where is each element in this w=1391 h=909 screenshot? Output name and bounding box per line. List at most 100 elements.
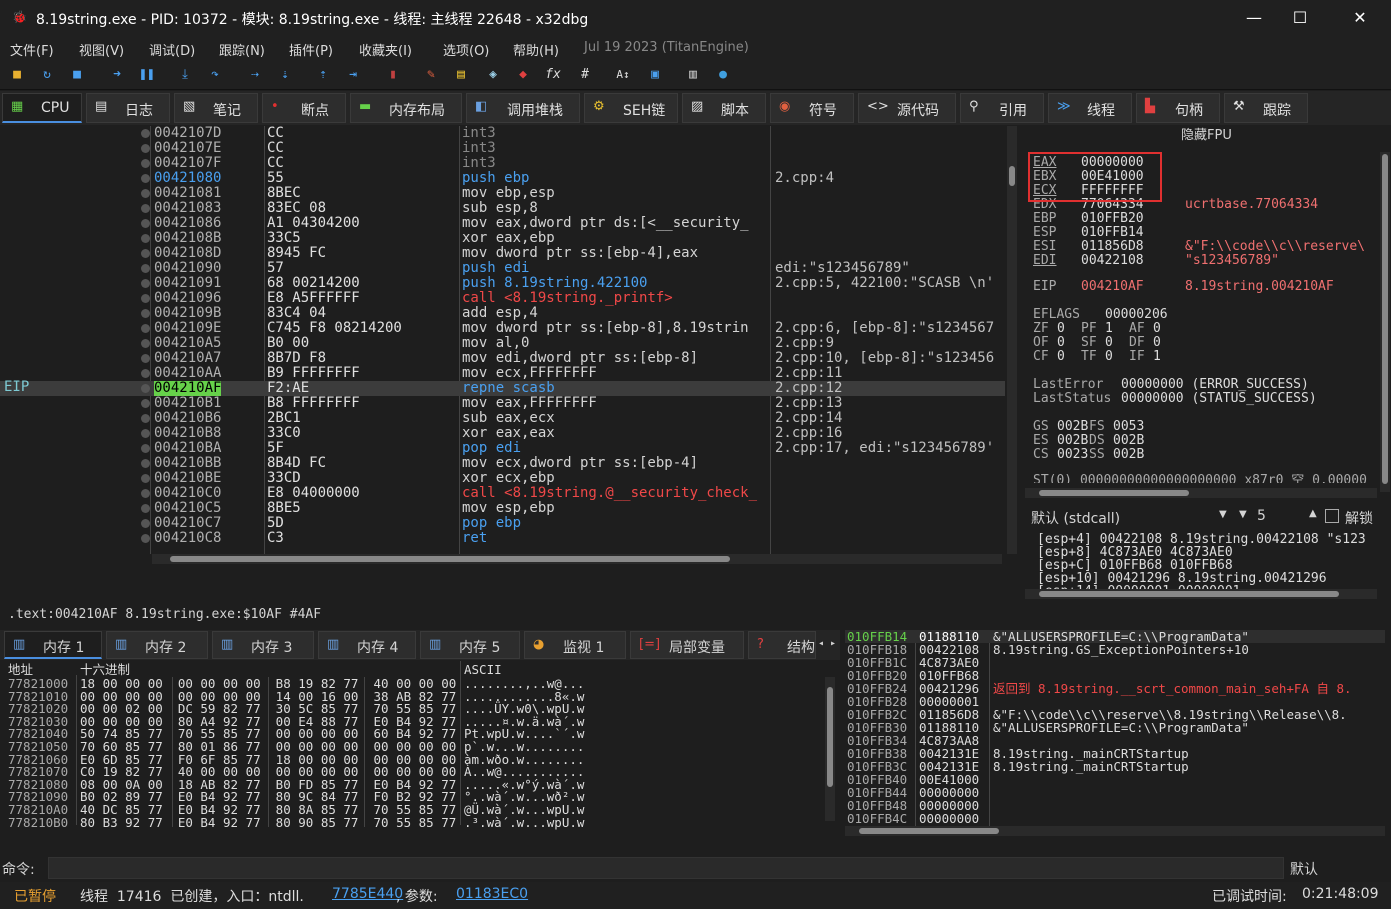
tab-scroll-right-icon[interactable]: ▸ — [830, 638, 836, 649]
tab-trace[interactable]: ⚒ 跟踪 — [1224, 93, 1308, 123]
breakpoint-dot-icon[interactable] — [141, 129, 150, 138]
trace-into-icon[interactable]: ⇢ — [246, 66, 264, 84]
disasm-vscroll[interactable] — [1007, 126, 1017, 554]
breakpoint-dot-icon[interactable] — [141, 219, 150, 228]
restart-icon[interactable]: ↻ — [38, 66, 56, 84]
segment-value[interactable]: 002B — [1113, 434, 1144, 448]
menu-file[interactable]: 文件(F) — [10, 40, 54, 59]
disassembly-view[interactable]: 0042107D CC int3 0042107E CC int3 0042107F CC in… — [0, 126, 1020, 566]
tab-cpu[interactable]: ▦ CPU — [2, 93, 82, 123]
command-mode-select[interactable]: 默认 — [1290, 859, 1318, 879]
tab-locals[interactable]: [=] 局部变量 — [630, 631, 744, 659]
eip-register-value[interactable]: 004210AF — [1081, 280, 1144, 294]
tab-references[interactable]: ⚲ 引用 — [960, 93, 1044, 123]
breakpoint-dot-icon[interactable] — [141, 384, 150, 393]
disasm-row[interactable]: 00421080 55 push ebp 2.cpp:4 — [0, 171, 1005, 186]
tab-dump-3[interactable]: ▥ 内存 3 — [212, 631, 314, 659]
regs-vscroll[interactable] — [1380, 152, 1390, 492]
patch-icon[interactable]: ✎ — [422, 66, 440, 84]
breakpoint-dot-icon[interactable] — [141, 519, 150, 528]
menu-options[interactable]: 选项(O) — [443, 40, 489, 59]
breakpoint-dot-icon[interactable] — [141, 294, 150, 303]
disasm-row[interactable]: 0042107F CC int3 — [0, 156, 1005, 171]
tab-notes[interactable]: ▧ 笔记 — [174, 93, 258, 123]
segment-value[interactable]: 0053 — [1113, 420, 1144, 434]
disasm-row[interactable]: 00421086 A1 04304200 mov eax,dword ptr ds:… — [0, 216, 1005, 231]
font-icon[interactable]: A↕ — [614, 66, 632, 84]
disasm-row[interactable]: 004210C7 5D pop ebp — [0, 516, 1005, 531]
disasm-row[interactable]: 00421096 E8 A5FFFFFF call <8.19string._pri… — [0, 291, 1005, 306]
breakpoint-dot-icon[interactable] — [141, 489, 150, 498]
tab-call-stack[interactable]: ◧ 调用堆栈 — [466, 93, 580, 123]
breakpoint-dot-icon[interactable] — [141, 144, 150, 153]
functions-icon[interactable]: fx — [544, 66, 562, 84]
breakpoint-dot-icon[interactable] — [141, 534, 150, 543]
step-over-icon[interactable]: ↷ — [206, 66, 224, 84]
step-into-icon[interactable]: ⤓ — [176, 66, 194, 84]
flag-value[interactable]: 0 — [1057, 350, 1065, 364]
hide-fpu-button[interactable]: 隐藏FPU — [1181, 129, 1232, 143]
calculator-icon[interactable]: ▣ — [646, 66, 664, 84]
disasm-row[interactable]: 004210B8 33C0 xor eax,eax 2.cpp:16 — [0, 426, 1005, 441]
disasm-row[interactable]: 004210A7 8B7D F8 mov edi,dword ptr ss:[ebp… — [0, 351, 1005, 366]
disasm-row[interactable]: 004210BA 5F pop edi 2.cpp:17, edi:"s1234567… — [0, 441, 1005, 456]
scylla-icon[interactable]: ▮ — [384, 66, 402, 84]
breakpoint-dot-icon[interactable] — [141, 339, 150, 348]
menu-plugins[interactable]: 插件(P) — [289, 40, 333, 59]
trace-over-icon[interactable]: ⇣ — [276, 66, 294, 84]
regs-hscroll[interactable] — [1025, 488, 1377, 498]
spinner-up-icon[interactable]: ▲ — [1309, 508, 1317, 519]
segment-value[interactable]: 002B — [1057, 420, 1088, 434]
register-value[interactable]: 00422108 — [1081, 254, 1144, 268]
flag-value[interactable]: 0 — [1153, 322, 1161, 336]
breakpoint-dot-icon[interactable] — [141, 414, 150, 423]
breakpoint-dot-icon[interactable] — [141, 429, 150, 438]
notes-toolbar-icon[interactable]: ▥ — [684, 66, 702, 84]
tab-breakpoints[interactable]: • 断点 — [262, 93, 346, 123]
calling-convention-select[interactable]: 默认 (stdcall) — [1031, 508, 1120, 528]
close-button[interactable]: ✕ — [1337, 0, 1383, 36]
breakpoint-dot-icon[interactable] — [141, 159, 150, 168]
breakpoint-dot-icon[interactable] — [141, 474, 150, 483]
dump-ascii[interactable]: .³.wà´.w...wpU.w — [464, 816, 584, 829]
args-hscroll[interactable] — [1025, 589, 1377, 599]
disasm-row[interactable]: 004210A5 B0 00 mov al,0 2.cpp:9 — [0, 336, 1005, 351]
chevron-down-icon[interactable]: ▼ — [1239, 509, 1247, 520]
tab-log[interactable]: ▤ 日志 — [86, 93, 170, 123]
disasm-row[interactable]: 0042109B 83C4 04 add esp,4 — [0, 306, 1005, 321]
disasm-row[interactable]: 00421081 8BEC mov ebp,esp — [0, 186, 1005, 201]
maximize-button[interactable]: ☐ — [1277, 0, 1323, 36]
tab-struct[interactable]: ? 结构 — [748, 631, 816, 659]
disasm-row[interactable]: 004210BE 33CD xor ecx,ebp — [0, 471, 1005, 486]
flag-value[interactable]: 0 — [1105, 336, 1113, 350]
tab-dump-2[interactable]: ▥ 内存 2 — [106, 631, 208, 659]
tab-handles[interactable]: ▙ 句柄 — [1136, 93, 1220, 123]
tab-source[interactable]: <> 源代码 — [858, 93, 956, 123]
disasm-hscroll[interactable] — [152, 554, 1002, 564]
register-value[interactable]: 011856D8 — [1081, 240, 1144, 254]
param-link[interactable]: 01183EC0 — [456, 886, 528, 902]
menu-help[interactable]: 帮助(H) — [513, 40, 559, 59]
breakpoint-dot-icon[interactable] — [141, 399, 150, 408]
dump-hex[interactable]: 80 B3 92 77 E0 B4 92 77 80 90 85 77 70 5… — [80, 816, 456, 829]
lock-checkbox[interactable] — [1325, 509, 1339, 523]
breakpoint-dot-icon[interactable] — [141, 369, 150, 378]
flag-value[interactable]: 1 — [1153, 350, 1161, 364]
run-to-user-code-icon[interactable]: ⇥ — [344, 66, 362, 84]
disasm-row[interactable]: 004210C5 8BE5 mov esp,ebp — [0, 501, 1005, 516]
tab-threads[interactable]: ≫ 线程 — [1048, 93, 1132, 123]
dump-row[interactable]: 778210B0 80 B3 92 77 E0 B4 92 77 80 90 85… — [0, 816, 820, 829]
breakpoint-dot-icon[interactable] — [141, 174, 150, 183]
breakpoint-dot-icon[interactable] — [141, 249, 150, 258]
breakpoint-dot-icon[interactable] — [141, 324, 150, 333]
tab-dump-4[interactable]: ▥ 内存 4 — [318, 631, 416, 659]
disasm-row[interactable]: 00421091 68 00214200 push 8.19string.42210… — [0, 276, 1005, 291]
disasm-row[interactable]: 0042108D 8945 FC mov dword ptr ss:[ebp-4],… — [0, 246, 1005, 261]
stack-hscroll[interactable] — [845, 826, 1385, 836]
disasm-row[interactable]: 004210C8 C3 ret — [0, 531, 1005, 546]
breakpoint-dot-icon[interactable] — [141, 234, 150, 243]
disasm-row[interactable]: 0042107E CC int3 — [0, 141, 1005, 156]
minimize-button[interactable]: — — [1231, 0, 1277, 36]
flag-value[interactable]: 0 — [1105, 350, 1113, 364]
tab-seh[interactable]: ⚙ SEH链 — [584, 93, 678, 123]
